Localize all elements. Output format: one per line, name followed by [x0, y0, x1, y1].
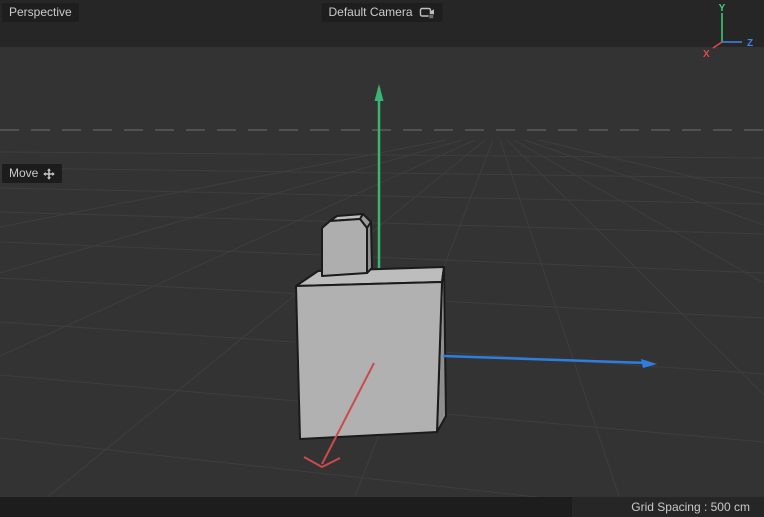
small-box-front-face [322, 219, 367, 276]
view-mode-label[interactable]: Perspective [2, 3, 79, 22]
scene-render: Y Z X [0, 0, 764, 517]
axis-z-label: Z [747, 38, 753, 49]
axis-x-label: X [703, 49, 710, 60]
axis-orientation-gizmo: Y Z X [703, 3, 753, 60]
camera-selector[interactable]: Default Camera [321, 3, 442, 22]
view-mode-text: Perspective [9, 5, 72, 19]
camera-name-text: Default Camera [328, 5, 412, 20]
axis-y-label: Y [719, 3, 726, 14]
active-tool-text: Move [9, 166, 38, 181]
big-box-front-face [296, 282, 442, 439]
active-tool-hud[interactable]: Move [2, 164, 62, 183]
camera-swap-icon[interactable] [420, 7, 436, 19]
status-bar: Grid Spacing : 500 cm [0, 497, 764, 517]
cube-object[interactable] [296, 214, 446, 439]
move-arrows-icon [43, 168, 55, 180]
grid-spacing-label: Grid Spacing : 500 cm [572, 497, 764, 517]
gizmo-z-axis-handle[interactable] [443, 356, 657, 368]
